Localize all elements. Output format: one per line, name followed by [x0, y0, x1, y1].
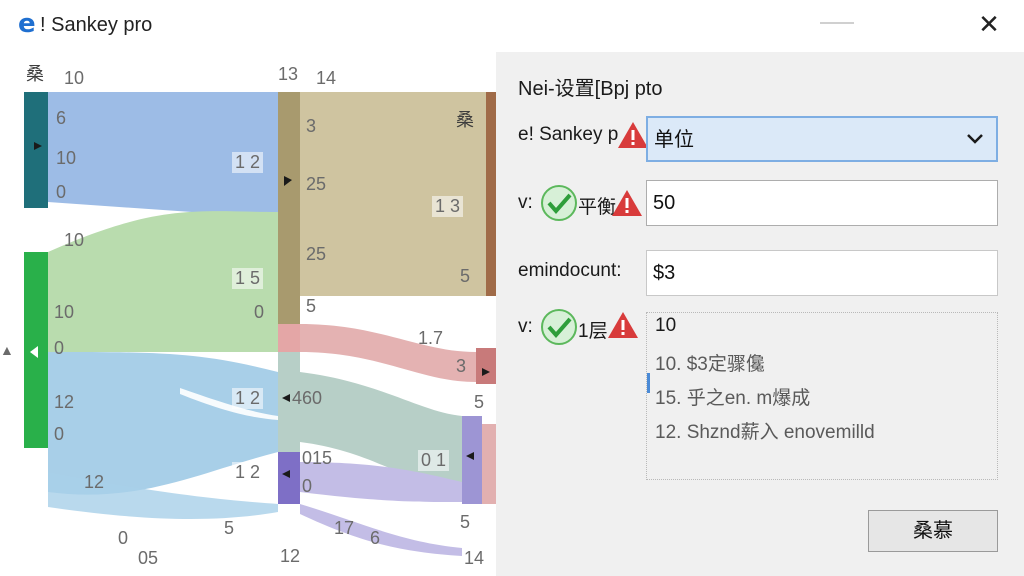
- chart-label: 12: [280, 546, 301, 566]
- chart-label: 0: [54, 424, 65, 444]
- chart-label: 25: [306, 244, 327, 264]
- unit-select-value: 单位: [654, 129, 694, 151]
- chevron-down-icon: [967, 134, 983, 144]
- chart-label: 17: [334, 518, 355, 538]
- chart-label: 0: [302, 476, 313, 496]
- title-bar: e ! Sankey pro ✕: [0, 0, 1024, 52]
- chart-label: 3: [306, 116, 317, 136]
- chart-label: 14: [316, 68, 337, 88]
- list-item[interactable]: 10: [655, 315, 676, 337]
- chart-label: 桑: [456, 110, 474, 130]
- chart-label: 1.7: [418, 328, 444, 348]
- chart-label: 1 2: [232, 388, 264, 409]
- chart-label: 桑: [26, 64, 44, 84]
- list-cursor: [647, 373, 650, 393]
- node-rose[interactable]: [476, 348, 496, 384]
- balance-input[interactable]: 50: [646, 180, 998, 226]
- chart-label: 5: [474, 392, 485, 412]
- node-lavender[interactable]: [462, 416, 482, 504]
- chart-label: 1 2: [232, 462, 264, 483]
- layer-label-prefix: v:: [518, 316, 533, 337]
- chart-label: 6: [370, 528, 381, 548]
- chart-label: ▲: [0, 342, 14, 358]
- chart-label: 5: [224, 518, 235, 538]
- chart-label: 10: [56, 148, 77, 168]
- warning-icon: [608, 312, 638, 338]
- unit-select[interactable]: 单位: [646, 116, 998, 162]
- list-item[interactable]: 12. Shznd薪入 enovemilld: [655, 417, 875, 444]
- chart-label: 1 2: [232, 152, 264, 173]
- node-tan[interactable]: [278, 92, 300, 324]
- chart-label: 0: [56, 182, 67, 202]
- node-purple[interactable]: [278, 452, 300, 504]
- chart-label: 5: [460, 512, 471, 532]
- window-title: ! Sankey pro: [40, 14, 153, 36]
- chart-label: 10: [64, 230, 85, 250]
- chart-label: 3: [456, 356, 467, 376]
- node-brown[interactable]: [486, 92, 496, 296]
- panel-title: Nei-设置[Bpj pto: [518, 78, 663, 100]
- node-pink[interactable]: [278, 324, 300, 352]
- minimize-bar[interactable]: [820, 22, 854, 24]
- flow-purple-bottom: [300, 504, 462, 556]
- chart-label: 6: [56, 108, 67, 128]
- check-icon: [541, 309, 577, 345]
- app-icon: e: [18, 9, 36, 39]
- chart-label: 0: [254, 302, 265, 322]
- chart-label: 1 5: [232, 268, 264, 289]
- layer-listbox[interactable]: 10 10. $3定骤儳 15. 乎之en. m爆成 12. Shznd薪入 e…: [646, 312, 998, 480]
- balance-label-prefix: v:: [518, 192, 533, 213]
- close-icon[interactable]: ✕: [972, 8, 1006, 42]
- chart-label: 5: [306, 296, 317, 316]
- chart-label: 25: [306, 174, 327, 194]
- list-item[interactable]: 15. 乎之en. m爆成: [655, 383, 810, 410]
- chart-label: 0: [54, 338, 65, 358]
- amount-input[interactable]: $3: [646, 250, 998, 296]
- chart-label: 0: [118, 528, 129, 548]
- layer-label: 1层: [578, 321, 608, 342]
- chart-label: 0 1: [418, 450, 450, 471]
- node-teal[interactable]: [24, 92, 48, 208]
- chart-label: 10: [54, 302, 75, 322]
- chart-label: 1 3: [432, 196, 464, 217]
- check-icon: [541, 185, 577, 221]
- list-item[interactable]: 10. $3定骤儳: [655, 349, 765, 376]
- sankey-diagram: [24, 92, 496, 556]
- chart-label: 13: [278, 64, 299, 84]
- unit-label: e! Sankey p: [518, 124, 619, 145]
- sankey-canvas[interactable]: 桑 10 6 10 0 10 10 0 12 0 ▲ 12 0 05 5 13 …: [0, 52, 496, 576]
- confirm-button[interactable]: 桑慕: [868, 510, 998, 552]
- chart-label: 5: [460, 266, 471, 286]
- chart-label: 460: [292, 388, 323, 408]
- warning-icon: [612, 190, 642, 216]
- settings-panel: Nei-设置[Bpj pto e! Sankey p 单位 v: 平衡 50 e…: [496, 52, 1024, 576]
- chart-label: 14: [464, 548, 485, 568]
- node-rose-lower[interactable]: [482, 424, 496, 504]
- amount-label: emindocunt:: [518, 260, 622, 281]
- chart-label: 10: [64, 68, 85, 88]
- flow-tan-to-pink: [300, 324, 476, 382]
- chart-label: 015: [302, 448, 333, 468]
- warning-icon: [618, 122, 648, 148]
- chart-label: 05: [138, 548, 159, 568]
- chart-label: 12: [54, 392, 75, 412]
- chart-label: 12: [84, 472, 105, 492]
